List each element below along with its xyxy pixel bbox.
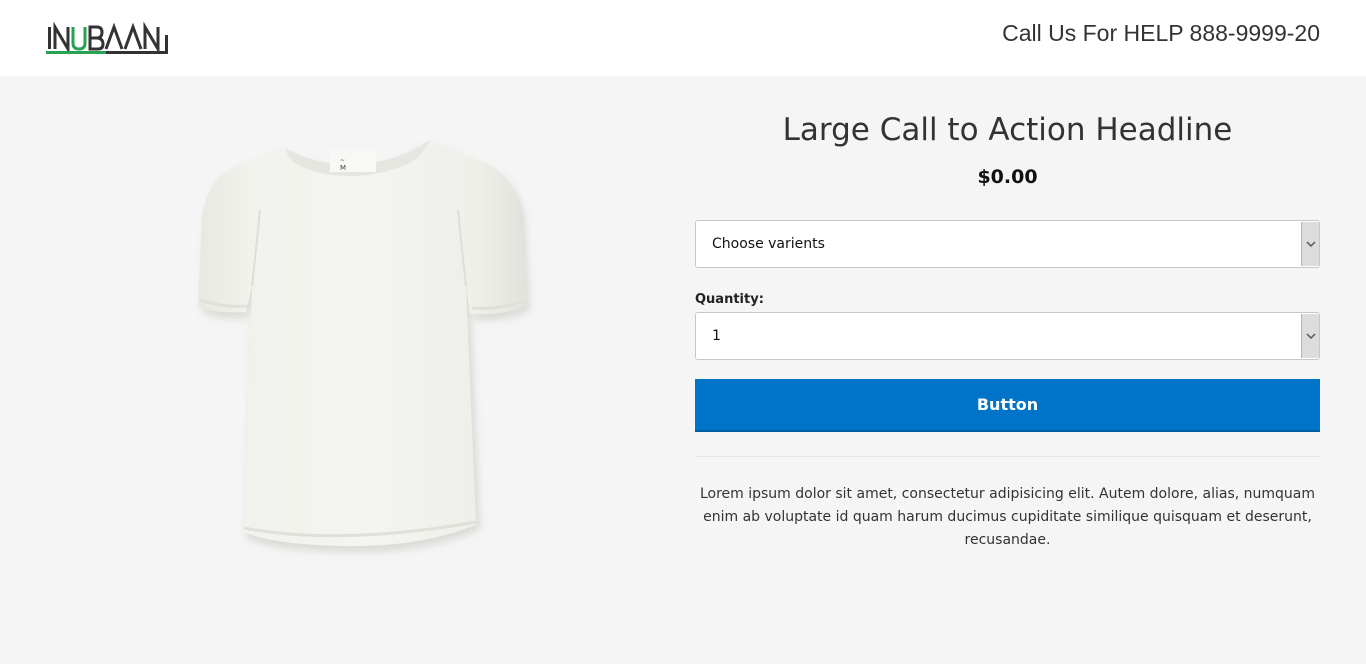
variant-select-value: Choose varients <box>712 236 825 252</box>
product-price: $0.00 <box>977 166 1038 188</box>
tshirt-image: ~ M <box>190 130 540 570</box>
svg-text:~: ~ <box>340 157 345 164</box>
product-description: Lorem ipsum dolor sit amet, consectetur … <box>699 486 1316 548</box>
quantity-select-value: 1 <box>712 328 721 344</box>
chevron-down-icon[interactable] <box>1301 314 1319 358</box>
svg-text:M: M <box>340 164 346 172</box>
cta-button[interactable]: Button <box>695 379 1320 432</box>
product-headline: Large Call to Action Headline <box>782 112 1233 148</box>
variant-select[interactable]: Choose varients <box>695 220 1320 268</box>
site-header: Call Us For HELP 888-9999-20 <box>0 0 1366 76</box>
quantity-select[interactable]: 1 <box>695 312 1320 360</box>
help-phone-text: Call Us For HELP 888-9999-20 <box>1002 20 1320 46</box>
chevron-down-icon[interactable] <box>1301 222 1319 266</box>
brand-logo[interactable] <box>46 21 170 55</box>
product-details: Large Call to Action Headline $0.00 Choo… <box>695 106 1320 552</box>
divider <box>695 456 1320 457</box>
quantity-label: Quantity: <box>695 292 764 307</box>
